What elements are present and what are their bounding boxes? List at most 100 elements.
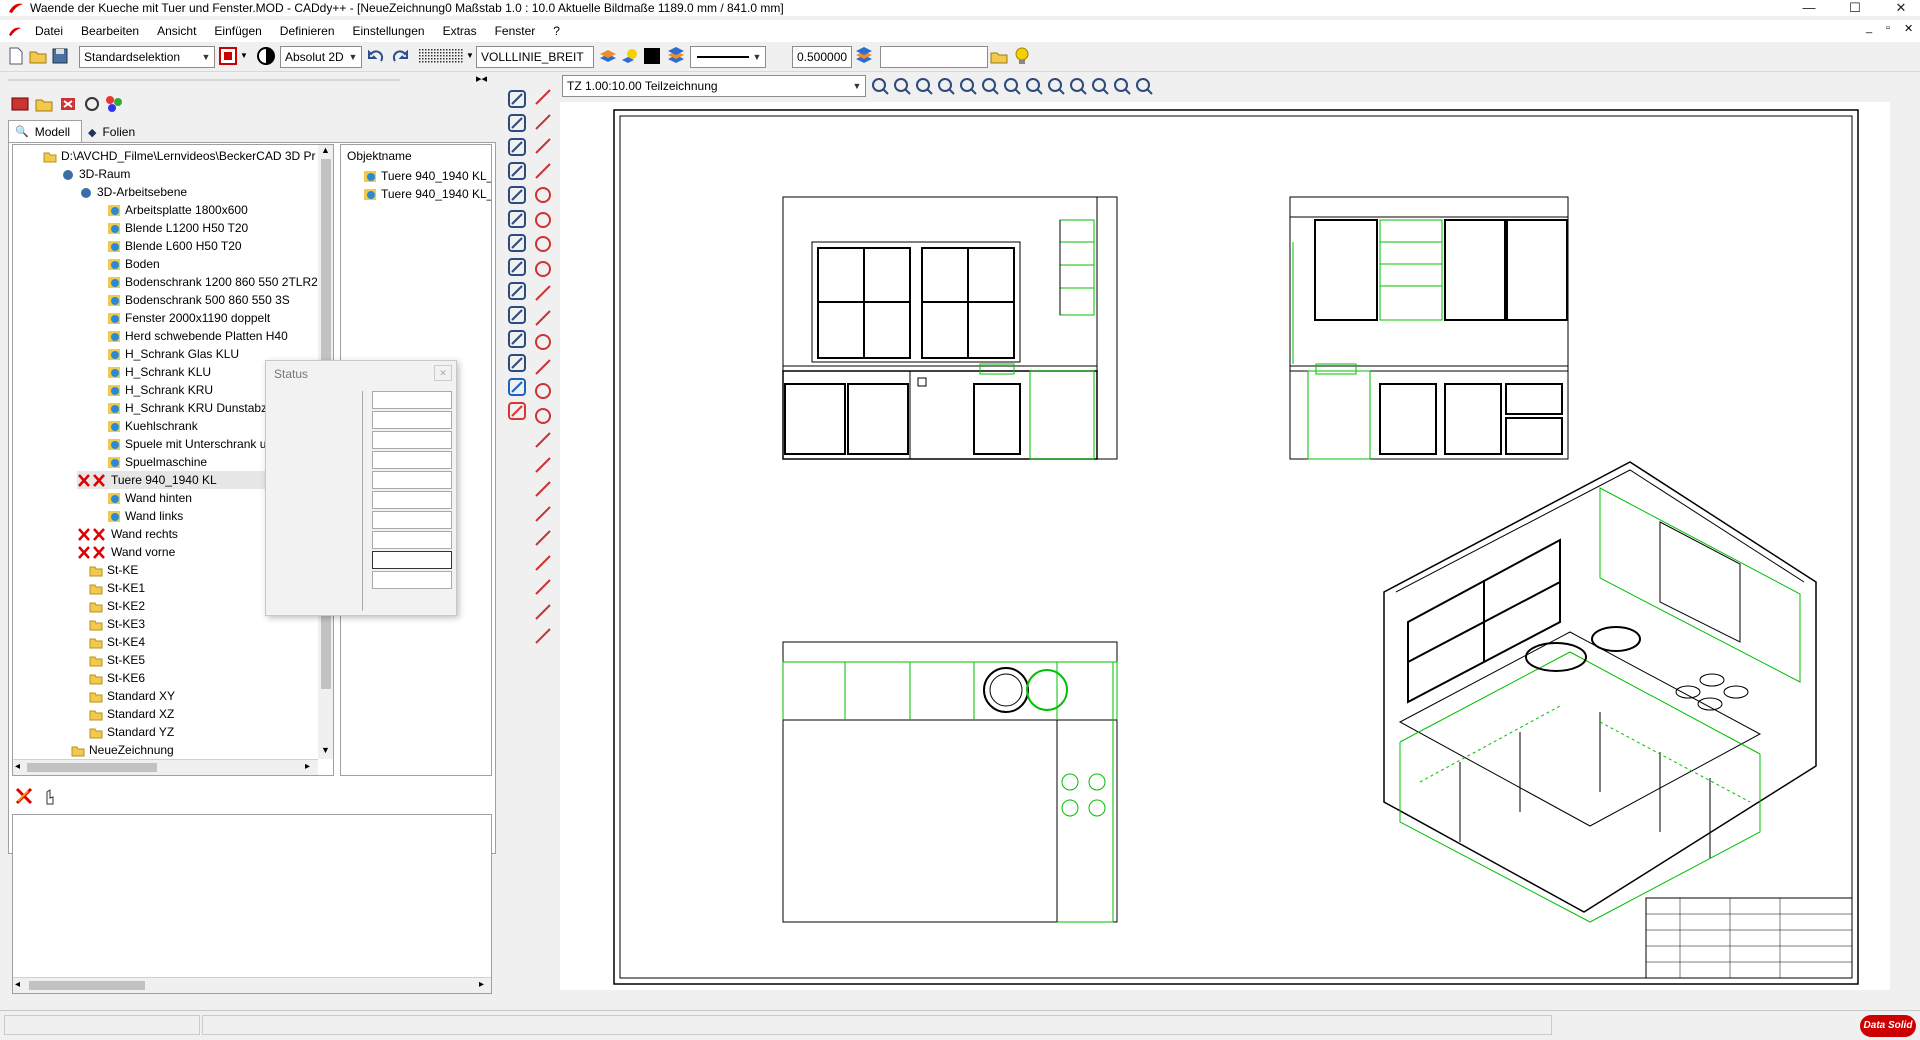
maximize-button[interactable]: ☐: [1832, 0, 1878, 16]
status-field[interactable]: [372, 531, 452, 549]
folder-add-icon[interactable]: [34, 94, 54, 114]
layer-icon[interactable]: [598, 46, 618, 66]
drawing-select[interactable]: TZ 1.00:10.00 Teilzeichnung ▼: [562, 75, 866, 97]
arc-icon[interactable]: [532, 282, 554, 304]
scale-icon[interactable]: [914, 76, 934, 96]
status-field[interactable]: [372, 411, 452, 429]
width-layer-icon[interactable]: [854, 46, 874, 66]
isometric-view[interactable]: [1383, 461, 1817, 923]
status-field[interactable]: [372, 431, 452, 449]
mdi-close-icon[interactable]: ✕: [1904, 22, 1913, 35]
tab-folien[interactable]: ◆ Folien: [82, 122, 154, 142]
status-close-button[interactable]: ✕: [434, 365, 452, 381]
grid-icon[interactable]: [416, 46, 466, 66]
tree-item[interactable]: Bodenschrank 500 860 550 3S: [107, 291, 290, 309]
redo-icon[interactable]: [390, 46, 410, 66]
menu-definieren[interactable]: Definieren: [271, 24, 344, 38]
circle-outline-icon[interactable]: [532, 331, 554, 353]
minimize-button[interactable]: —: [1786, 0, 1832, 16]
curve-icon[interactable]: [532, 454, 554, 476]
tab-modell[interactable]: 🔍 Modell: [8, 120, 82, 142]
info-icon[interactable]: [506, 376, 528, 398]
new-file-icon[interactable]: [6, 46, 26, 66]
properties-icon[interactable]: [104, 94, 124, 114]
measure-icon[interactable]: [870, 76, 890, 96]
tree-folder[interactable]: Standard XY: [89, 687, 175, 705]
tree-folder[interactable]: St-KE2: [89, 597, 145, 615]
tree-item[interactable]: H_Schrank KLU: [107, 363, 211, 381]
snap-icon[interactable]: [506, 256, 528, 278]
spline-icon[interactable]: [532, 429, 554, 451]
menu-einfuegen[interactable]: Einfügen: [205, 24, 270, 38]
tree-drawing[interactable]: NeueZeichnung: [71, 741, 174, 759]
status-field[interactable]: [372, 571, 452, 589]
tree-root[interactable]: D:\AVCHD_Filme\Lernvideos\BeckerCAD 3D P…: [43, 147, 316, 165]
tree-item[interactable]: Herd schwebende Platten H40: [107, 327, 288, 345]
line-type-field[interactable]: VOLLLINIE_BREIT: [476, 46, 594, 68]
tree-folder[interactable]: Standard YZ: [89, 723, 174, 741]
tree-item[interactable]: Kuehlschrank: [107, 417, 198, 435]
remove-hidden-icon[interactable]: [14, 786, 34, 806]
lightbulb-icon[interactable]: [620, 46, 640, 66]
circle-center-icon[interactable]: [532, 184, 554, 206]
chevron-down-icon[interactable]: ▼: [240, 51, 248, 60]
tree-folder[interactable]: Standard XZ: [89, 705, 174, 723]
coordinate-mode-select[interactable]: Absolut 2D ▼: [280, 46, 362, 68]
tree-node-3d-raum[interactable]: 3D-Raum: [61, 165, 130, 183]
tree-item[interactable]: Blende L1200 H50 T20: [107, 219, 248, 237]
folder-search-icon[interactable]: [990, 46, 1010, 66]
status-field[interactable]: [372, 391, 452, 409]
open-folder-icon[interactable]: [28, 46, 48, 66]
trim-icon[interactable]: [506, 136, 528, 158]
menu-extras[interactable]: Extras: [434, 24, 486, 38]
coordinate-icon[interactable]: [256, 46, 276, 66]
menu-ansicht[interactable]: Ansicht: [148, 24, 205, 38]
mdi-minimize-icon[interactable]: _: [1866, 22, 1872, 34]
export-icon[interactable]: [1112, 76, 1132, 96]
canvas-vscroll[interactable]: [1890, 102, 1905, 990]
tree-item[interactable]: Bodenschrank 1200 860 550 2TLR2S: [107, 273, 326, 291]
tree-hscroll[interactable]: ◂ ▸: [13, 759, 318, 775]
select-arrow-icon[interactable]: [506, 88, 528, 110]
line-2-icon[interactable]: [532, 478, 554, 500]
tree-item[interactable]: Wand vorne: [77, 543, 175, 561]
panel-grip[interactable]: [8, 76, 400, 84]
zoom-all-icon[interactable]: [1024, 76, 1044, 96]
layer-stack-icon[interactable]: [666, 46, 686, 66]
scroll-thumb[interactable]: [27, 763, 157, 772]
scroll-right-icon[interactable]: ▸: [305, 761, 310, 772]
cube-icon[interactable]: [532, 527, 554, 549]
rectangle-icon[interactable]: [532, 160, 554, 182]
hatch-icon[interactable]: [506, 328, 528, 350]
tree-item[interactable]: Wand rechts: [77, 525, 178, 543]
rotate-icon[interactable]: [506, 184, 528, 206]
menu-datei[interactable]: Datei: [26, 24, 72, 38]
model-icon[interactable]: [10, 94, 30, 114]
layout-icon[interactable]: [1068, 76, 1088, 96]
menu-help[interactable]: ?: [544, 24, 569, 38]
status-field[interactable]: [372, 451, 452, 469]
drawing-svg[interactable]: [560, 102, 1905, 990]
selection-mode-select[interactable]: Standardselektion ▼: [79, 46, 215, 68]
tree-folder[interactable]: St-KE: [89, 561, 138, 579]
menu-einstellungen[interactable]: Einstellungen: [344, 24, 434, 38]
print-preview-icon[interactable]: [1090, 76, 1110, 96]
scroll-left-icon[interactable]: ◂: [15, 761, 20, 772]
mdi-restore-icon[interactable]: ▫: [1886, 22, 1890, 34]
color-swatch-icon[interactable]: [642, 46, 662, 66]
pencil-icon[interactable]: [506, 112, 528, 134]
text-icon[interactable]: [506, 280, 528, 302]
tree-item[interactable]: Fenster 2000x1190 doppelt: [107, 309, 270, 327]
zoom-previous-icon[interactable]: [1046, 76, 1066, 96]
chamfer-icon[interactable]: [532, 625, 554, 647]
status-field[interactable]: [372, 471, 452, 489]
chevron-down-icon[interactable]: ▼: [466, 51, 474, 60]
refresh-icon[interactable]: [82, 94, 102, 114]
scroll-down-icon[interactable]: ▼: [321, 745, 330, 755]
save-icon[interactable]: [50, 46, 70, 66]
tree-item[interactable]: H_Schrank Glas KLU: [107, 345, 239, 363]
color-picker-icon[interactable]: [218, 46, 238, 66]
circle-3p-icon[interactable]: [532, 258, 554, 280]
ellipse-2-icon[interactable]: [532, 405, 554, 427]
zoom-in-icon[interactable]: [980, 76, 1000, 96]
